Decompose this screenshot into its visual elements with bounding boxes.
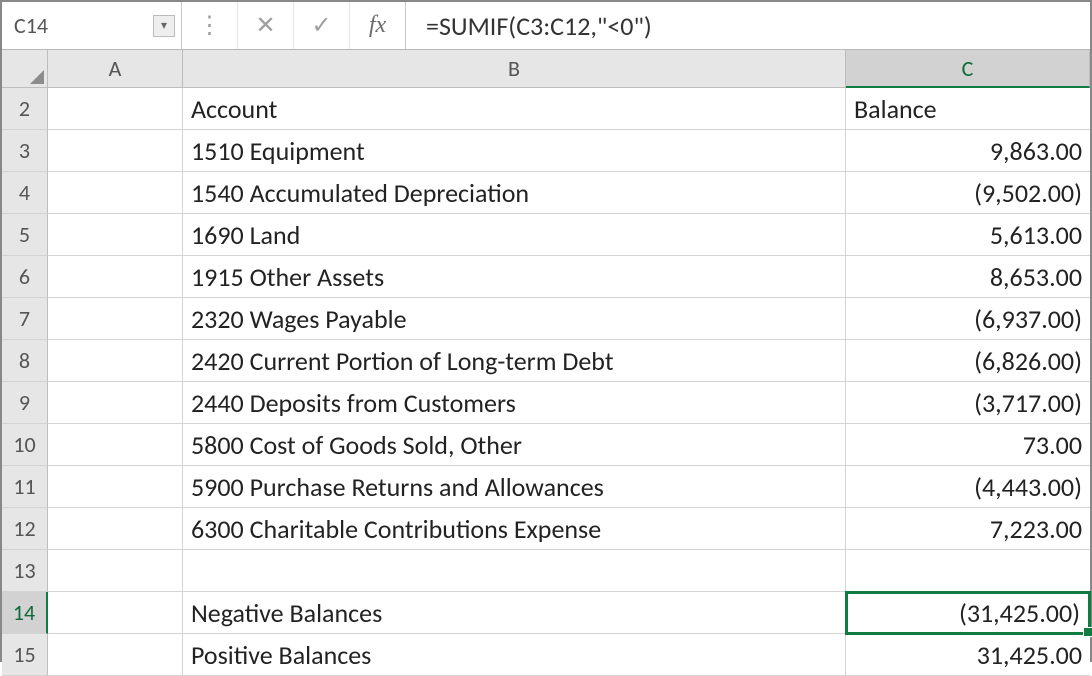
- name-box[interactable]: C14 ▾: [2, 2, 182, 49]
- cell-balance[interactable]: 9,863.00: [846, 130, 1090, 172]
- cell-account[interactable]: 1915 Other Assets: [183, 256, 846, 298]
- cell[interactable]: [48, 172, 183, 214]
- header-balance[interactable]: Balance: [846, 88, 1090, 130]
- fx-icon[interactable]: fx: [350, 2, 406, 49]
- cell-balance[interactable]: (3,717.00): [846, 382, 1090, 424]
- name-box-text: C14: [14, 12, 48, 39]
- cell[interactable]: [48, 634, 183, 676]
- cancel-icon[interactable]: ✕: [238, 2, 294, 49]
- row-header[interactable]: 7: [2, 298, 48, 340]
- select-all-corner[interactable]: [2, 50, 48, 88]
- cell-balance[interactable]: 5,613.00: [846, 214, 1090, 256]
- cell-balance-selected[interactable]: (31,425.00): [845, 591, 1091, 635]
- cell-account[interactable]: 6300 Charitable Contributions Expense: [183, 508, 846, 550]
- col-header-A[interactable]: A: [48, 50, 183, 88]
- row-header[interactable]: 12: [2, 508, 48, 550]
- cell-balance[interactable]: [846, 550, 1090, 592]
- row-header[interactable]: 5: [2, 214, 48, 256]
- row-header[interactable]: 15: [2, 634, 48, 676]
- cell-balance[interactable]: 8,653.00: [846, 256, 1090, 298]
- cell-account[interactable]: 5800 Cost of Goods Sold, Other: [183, 424, 846, 466]
- selected-cell-wrap: (31,425.00): [846, 592, 1090, 634]
- row-header[interactable]: 14: [2, 592, 48, 634]
- cell[interactable]: [48, 130, 183, 172]
- formula-dots-icon: ⋮: [182, 2, 238, 49]
- row-header[interactable]: 13: [2, 550, 48, 592]
- header-account[interactable]: Account: [183, 88, 846, 130]
- cell-balance[interactable]: 31,425.00: [846, 634, 1090, 676]
- cell[interactable]: [48, 424, 183, 466]
- row-header[interactable]: 6: [2, 256, 48, 298]
- spreadsheet-grid: A B C 2 Account Balance 31510 Equipment9…: [2, 50, 1090, 676]
- enter-icon[interactable]: ✓: [294, 2, 350, 49]
- row-header[interactable]: 2: [2, 88, 48, 130]
- cell-account[interactable]: [183, 550, 846, 592]
- name-box-dropdown-icon[interactable]: ▾: [153, 15, 175, 37]
- col-header-C[interactable]: C: [846, 50, 1090, 88]
- cell[interactable]: [48, 88, 183, 130]
- cell[interactable]: [48, 592, 183, 634]
- cell-balance[interactable]: (6,937.00): [846, 298, 1090, 340]
- cell-balance[interactable]: (4,443.00): [846, 466, 1090, 508]
- row-header[interactable]: 4: [2, 172, 48, 214]
- cell[interactable]: [48, 550, 183, 592]
- row-header[interactable]: 11: [2, 466, 48, 508]
- cell-account[interactable]: 1510 Equipment: [183, 130, 846, 172]
- row-header[interactable]: 10: [2, 424, 48, 466]
- cell-balance[interactable]: (9,502.00): [846, 172, 1090, 214]
- cell[interactable]: [48, 298, 183, 340]
- formula-input[interactable]: =SUMIF(C3:C12,"<0"): [406, 2, 1090, 49]
- cell-account[interactable]: 5900 Purchase Returns and Allowances: [183, 466, 846, 508]
- cell[interactable]: [48, 256, 183, 298]
- cell-account[interactable]: Positive Balances: [183, 634, 846, 676]
- row-header[interactable]: 9: [2, 382, 48, 424]
- cell-account[interactable]: 2320 Wages Payable: [183, 298, 846, 340]
- cell[interactable]: [48, 508, 183, 550]
- cell[interactable]: [48, 466, 183, 508]
- cell-balance[interactable]: 7,223.00: [846, 508, 1090, 550]
- cell-account[interactable]: 1690 Land: [183, 214, 846, 256]
- formula-bar: C14 ▾ ⋮ ✕ ✓ fx =SUMIF(C3:C12,"<0"): [2, 2, 1090, 50]
- cell[interactable]: [48, 340, 183, 382]
- cell-balance[interactable]: 73.00: [846, 424, 1090, 466]
- row-header[interactable]: 8: [2, 340, 48, 382]
- cell-account[interactable]: 2420 Current Portion of Long-term Debt: [183, 340, 846, 382]
- row-header[interactable]: 3: [2, 130, 48, 172]
- col-header-B[interactable]: B: [183, 50, 846, 88]
- cell-account[interactable]: 1540 Accumulated Depreciation: [183, 172, 846, 214]
- cell-balance[interactable]: (6,826.00): [846, 340, 1090, 382]
- cell-account[interactable]: 2440 Deposits from Customers: [183, 382, 846, 424]
- cell-account[interactable]: Negative Balances: [183, 592, 846, 634]
- cell[interactable]: [48, 382, 183, 424]
- cell[interactable]: [48, 214, 183, 256]
